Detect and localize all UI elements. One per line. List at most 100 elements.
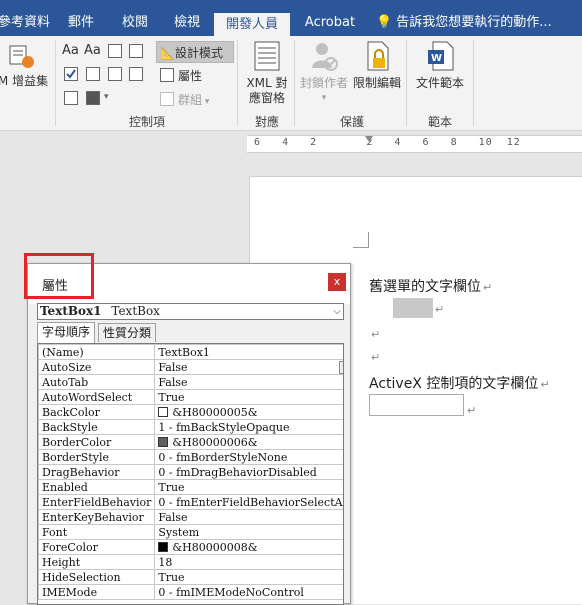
property-row[interactable]: (Name) TextBox1 [38,344,343,360]
property-row[interactable]: HideSelection True [38,569,343,585]
paragraph-mark: ↵ [371,328,381,341]
dropdown-arrow-icon[interactable]: ▼ [338,360,343,374]
plaintext-control-icon[interactable]: Aa [84,43,101,58]
tab-developer[interactable]: 開發人員 [214,13,290,36]
document-template-button[interactable]: W 文件範本 [410,40,470,91]
property-row[interactable]: EnterFieldBehavior 0 - fmEnterFieldBehavi… [38,494,343,510]
property-value-cell[interactable]: ▼ False [154,359,343,375]
property-value-cell[interactable]: &H80000008& [154,539,343,555]
tab-alphabetic[interactable]: 字母順序 [37,322,96,343]
property-row[interactable]: BackStyle 1 - fmBackStyleOpaque [38,419,343,435]
property-name: (Name) [38,344,156,360]
lock-document-icon [367,41,389,71]
tab-mailings[interactable]: 郵件 [62,9,100,36]
property-grid[interactable]: (Name)TextBox1 AutoSize▼False AutoTabFal… [37,343,344,605]
color-swatch [158,436,169,447]
word-template-icon: W [428,41,454,71]
combobox-control-icon[interactable] [86,67,100,81]
group-button[interactable]: 群組 ▾ [160,91,209,108]
paragraph-mark: ↵ [467,404,477,417]
tab-view[interactable]: 檢視 [168,9,206,36]
legacy-tools-dropdown-icon[interactable]: ▾ [104,92,109,102]
property-value[interactable]: System [154,524,343,540]
property-row[interactable]: Font System [38,524,343,540]
property-value[interactable]: True [154,569,343,585]
object-type: TextBox [111,304,160,318]
property-value[interactable]: 0 - fmIMEModeNoControl [154,584,343,600]
date-picker-control-icon[interactable] [129,67,143,81]
property-name: EnterKeyBehavior [38,509,156,525]
property-row[interactable]: EnterKeyBehavior False [38,509,343,525]
mapping-group-label: 對應 [254,115,279,129]
legacy-text-field[interactable] [393,298,433,318]
property-value[interactable]: 0 - fmEnterFieldBehaviorSelectAll [154,494,343,510]
property-value-cell[interactable]: &H80000005& [154,404,343,420]
property-value[interactable]: True [154,389,343,405]
repeating-section-icon[interactable] [64,91,78,105]
tell-me-search[interactable]: 💡 告訴我您想要執行的動作... [376,9,582,36]
legacy-heading-text: 舊選單的文字欄位 [369,279,481,295]
xml-mapping-icon [254,41,280,71]
tab-acrobat[interactable]: Acrobat [300,9,360,36]
group-dropdown-icon: ▾ [202,97,210,107]
property-value[interactable]: 1 - fmBackStyleOpaque [154,419,343,435]
properties-label: 屬性 [178,69,203,83]
property-name: BorderStyle [38,449,156,465]
tab-references[interactable]: 參考資料 [0,9,50,36]
tab-categorized[interactable]: 性質分類 [98,323,157,342]
property-value[interactable]: 0 - fmBorderStyleNone [154,449,343,465]
dropdown-control-icon[interactable] [108,67,122,81]
building-block-control-icon[interactable] [129,44,143,58]
indent-marker[interactable] [365,136,373,144]
addins-button[interactable]: M 增益集 [0,40,50,89]
protect-group-label: 保護 [339,115,364,129]
block-authors-dropdown-icon: ▾ [321,93,327,103]
group-icon [160,92,174,106]
picture-control-icon[interactable] [108,44,122,58]
property-value[interactable]: TextBox1 [154,344,343,360]
property-row[interactable]: Enabled True [38,479,343,495]
horizontal-ruler[interactable]: 6 4 2 2 4 6 8 10 12 [247,135,582,153]
property-row[interactable]: BackColor &H80000005& [38,404,343,420]
paragraph-mark: ↵ [540,378,550,391]
xml-mapping-pane-button[interactable]: XML 對 應窗格 [240,40,294,106]
color-swatch [158,406,169,417]
richtext-control-icon[interactable]: Aa [62,43,79,58]
highlight-annotation-box [24,253,94,299]
property-value[interactable]: False [154,374,343,390]
property-row[interactable]: AutoSize ▼ False [38,359,343,375]
controls-group-label: 控制項 [128,115,165,129]
property-row[interactable]: IMEMode 0 - fmIMEModeNoControl [38,584,343,600]
property-value[interactable]: 0 - fmDragBehaviorDisabled [154,464,343,480]
design-mode-button[interactable]: 📐設計模式 [156,41,234,63]
document-template-label: 文件範本 [415,76,464,90]
checkbox-control-icon[interactable] [64,67,78,81]
property-row[interactable]: BorderStyle 0 - fmBorderStyleNone [38,449,343,465]
activex-heading: ActiveX 控制項的文字欄位 ↵ [369,373,550,393]
property-row[interactable]: AutoTab False [38,374,343,390]
property-row[interactable]: ForeColor &H80000008& [38,539,343,555]
legacy-tools-icon[interactable] [86,91,100,105]
activex-textbox[interactable] [369,394,464,416]
property-row[interactable]: AutoWordSelect True [38,389,343,405]
ribbon-tab-bar: 參考資料 郵件 校閱 檢視 開發人員 Acrobat 💡 告訴我您想要執行的動作.… [0,0,582,36]
property-name: BackColor [38,404,156,420]
property-value[interactable]: 18 [154,554,343,570]
design-mode-label: 設計模式 [174,46,223,60]
color-swatch [158,541,169,552]
property-row[interactable]: DragBehavior 0 - fmDragBehaviorDisabled [38,464,343,480]
close-button[interactable]: x [328,273,346,291]
property-row[interactable]: Height 18 [38,554,343,570]
block-authors-button[interactable]: 封鎖作者 ▾ [298,40,350,106]
property-row[interactable]: BorderColor &H80000006& [38,434,343,450]
properties-button[interactable]: 屬性 [160,67,202,84]
paragraph-mark: ↵ [371,351,381,364]
tab-review[interactable]: 校閱 [116,9,154,36]
property-value[interactable]: False [154,509,343,525]
properties-window[interactable]: 屬性 x TextBox1 TextBox ⌵ 字母順序 性質分類 (Name)… [24,253,351,605]
object-selector[interactable]: TextBox1 TextBox ⌵ [37,303,344,320]
property-value[interactable]: True [154,479,343,495]
block-authors-label: 封鎖作者 [299,76,348,90]
property-value-cell[interactable]: &H80000006& [154,434,343,450]
restrict-editing-button[interactable]: 限制編輯 [350,40,404,91]
